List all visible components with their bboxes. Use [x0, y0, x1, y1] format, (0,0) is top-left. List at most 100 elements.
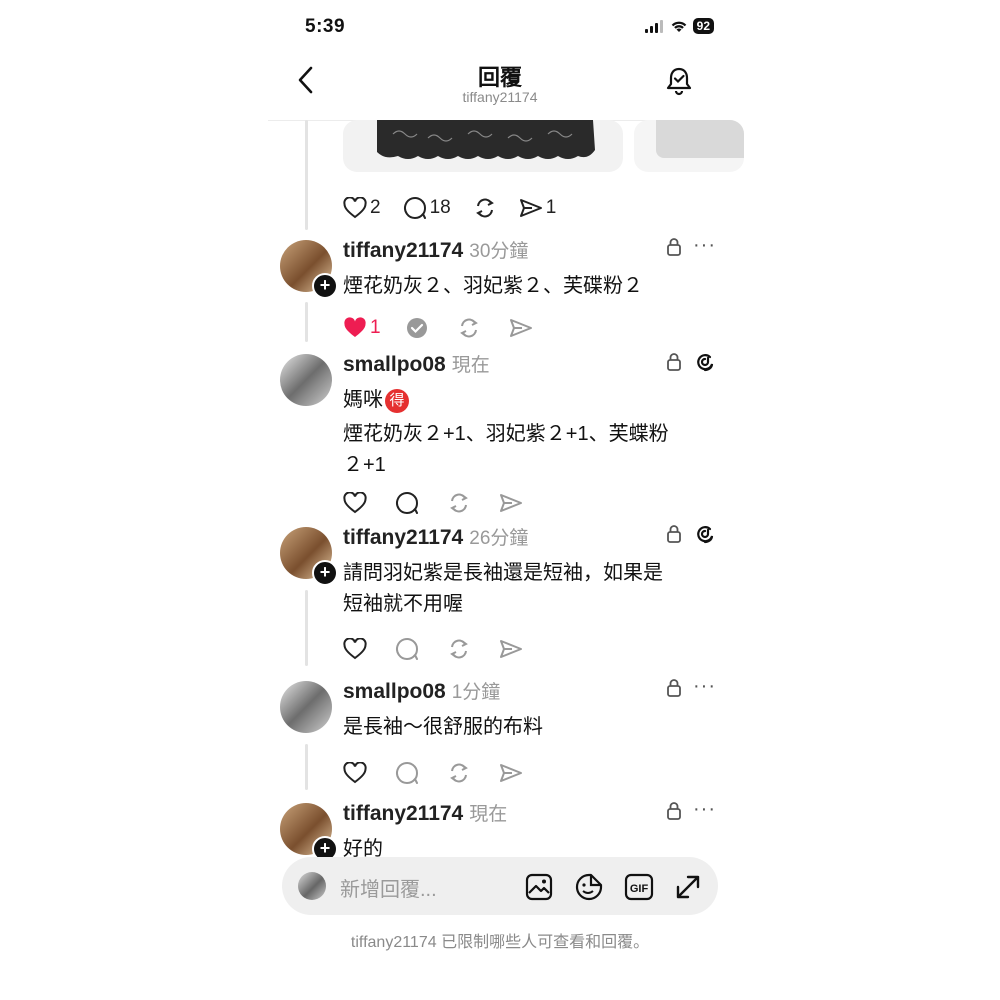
comment-header: tiffany21174 26分鐘 [343, 523, 528, 550]
reply-button[interactable] [405, 316, 429, 340]
status-time: 5:39 [305, 16, 346, 37]
comment-header: smallpo08 1分鐘 [343, 677, 500, 704]
comment-text: ２+1 [343, 454, 386, 476]
repost-button[interactable] [447, 762, 471, 784]
send-icon [500, 764, 522, 782]
comment-line: 媽咪 [343, 389, 383, 411]
repost-button[interactable] [447, 492, 471, 514]
heart-icon [343, 197, 367, 219]
share-button[interactable]: 1 [519, 197, 557, 219]
reply-count: 18 [429, 197, 451, 218]
threads-logo-icon[interactable] [693, 350, 717, 379]
comment-icon [403, 197, 426, 219]
avatar[interactable] [280, 681, 332, 733]
comment-text: 媽咪得 [343, 384, 409, 416]
heart-icon [343, 492, 367, 514]
reply-button[interactable]: 18 [403, 196, 451, 220]
thread-line [305, 302, 308, 342]
like-button[interactable]: 2 [343, 197, 381, 219]
reply-button[interactable] [395, 761, 419, 785]
lock-icon [666, 801, 682, 826]
sticker-button[interactable] [574, 872, 604, 907]
share-button[interactable] [499, 762, 523, 784]
repost-icon [450, 493, 468, 513]
follow-plus-icon[interactable]: + [312, 273, 338, 299]
like-button[interactable] [343, 762, 367, 784]
repost-button[interactable] [473, 197, 497, 219]
username[interactable]: smallpo08 [343, 680, 446, 703]
reply-restriction-notice: tiffany21174 已限制哪些人可查看和回覆。 [350, 934, 650, 951]
comment-text: 煙花奶灰２、羽妃紫２、芙碟粉２ [343, 275, 643, 297]
repost-button[interactable] [447, 638, 471, 660]
timestamp: 26分鐘 [469, 528, 529, 549]
more-options-icon[interactable]: ··· [693, 234, 716, 257]
image-icon [525, 873, 553, 901]
username[interactable]: tiffany21174 [343, 526, 463, 549]
heart-icon [343, 762, 367, 784]
timestamp: 現在 [469, 804, 508, 825]
username[interactable]: smallpo08 [343, 353, 446, 376]
avatar[interactable] [280, 354, 332, 406]
phone-screen: 5:39 92 回覆 tiffany21174 2 18 1 + tiffany… [268, 0, 744, 1000]
comment-check-icon [406, 318, 427, 338]
comment-actions [343, 491, 545, 515]
share-button[interactable] [499, 638, 523, 660]
reply-button[interactable] [395, 637, 419, 661]
comment-text: 煙花奶灰２+1、羽妃紫２+1、芙蝶粉 [343, 423, 669, 445]
repost-button[interactable] [457, 317, 481, 339]
avatar [298, 872, 326, 900]
reply-bar: 新增回覆... GIF [282, 857, 718, 915]
gif-button[interactable]: GIF [624, 873, 654, 906]
thread-line [305, 590, 308, 666]
repost-icon [450, 763, 468, 783]
sticker-icon [575, 873, 603, 901]
wifi-icon [671, 21, 686, 32]
comment-header: tiffany21174 30分鐘 [343, 236, 528, 263]
gif-icon: GIF [624, 873, 654, 901]
timestamp: 1分鐘 [451, 682, 501, 703]
comment-icon [396, 762, 418, 784]
username[interactable]: tiffany21174 [343, 239, 463, 262]
thread-line [305, 120, 308, 230]
repost-icon [475, 198, 494, 218]
timestamp: 30分鐘 [469, 241, 529, 262]
lock-icon [666, 237, 682, 262]
more-options-icon[interactable]: ··· [693, 798, 716, 821]
battery-indicator: 92 [692, 18, 714, 34]
expand-button[interactable] [674, 873, 702, 906]
post-actions: 2 18 1 [343, 196, 578, 220]
page-subtitle: tiffany21174 [462, 89, 538, 105]
comment-actions: 1 [343, 316, 555, 340]
like-button[interactable] [343, 492, 367, 514]
heart-filled-icon [344, 317, 366, 337]
comment-header: tiffany21174 現在 [343, 799, 507, 826]
comment-actions [343, 637, 545, 661]
username[interactable]: tiffany21174 [343, 802, 463, 825]
share-count: 1 [545, 197, 557, 218]
follow-plus-icon[interactable]: + [312, 836, 338, 857]
status-icons: 92 [644, 18, 714, 34]
post-image-2[interactable] [634, 120, 744, 172]
share-button[interactable] [509, 317, 533, 339]
like-button[interactable] [343, 638, 367, 660]
like-button[interactable]: 1 [343, 317, 381, 339]
repost-icon [459, 318, 478, 338]
comment-header: smallpo08 現在 [343, 350, 490, 377]
like-count: 1 [370, 317, 381, 338]
image-button[interactable] [525, 873, 553, 906]
share-button[interactable] [499, 492, 523, 514]
comment-partial: + tiffany21174 現在 ··· 好的 [268, 795, 732, 857]
threads-logo-icon[interactable] [693, 522, 717, 551]
reply-input[interactable]: 新增回覆... [340, 873, 437, 902]
notification-button[interactable] [666, 66, 692, 101]
follow-plus-icon[interactable]: + [312, 560, 338, 586]
bell-check-icon [666, 67, 692, 96]
thread-line [305, 744, 308, 790]
more-options-icon[interactable]: ··· [693, 675, 716, 698]
comment-text: 短袖就不用喔 [343, 593, 463, 615]
lock-icon [666, 352, 682, 377]
comment-icon [396, 638, 418, 660]
post-image[interactable] [343, 120, 623, 172]
page-title: 回覆 [477, 65, 522, 90]
reply-button[interactable] [395, 491, 419, 515]
